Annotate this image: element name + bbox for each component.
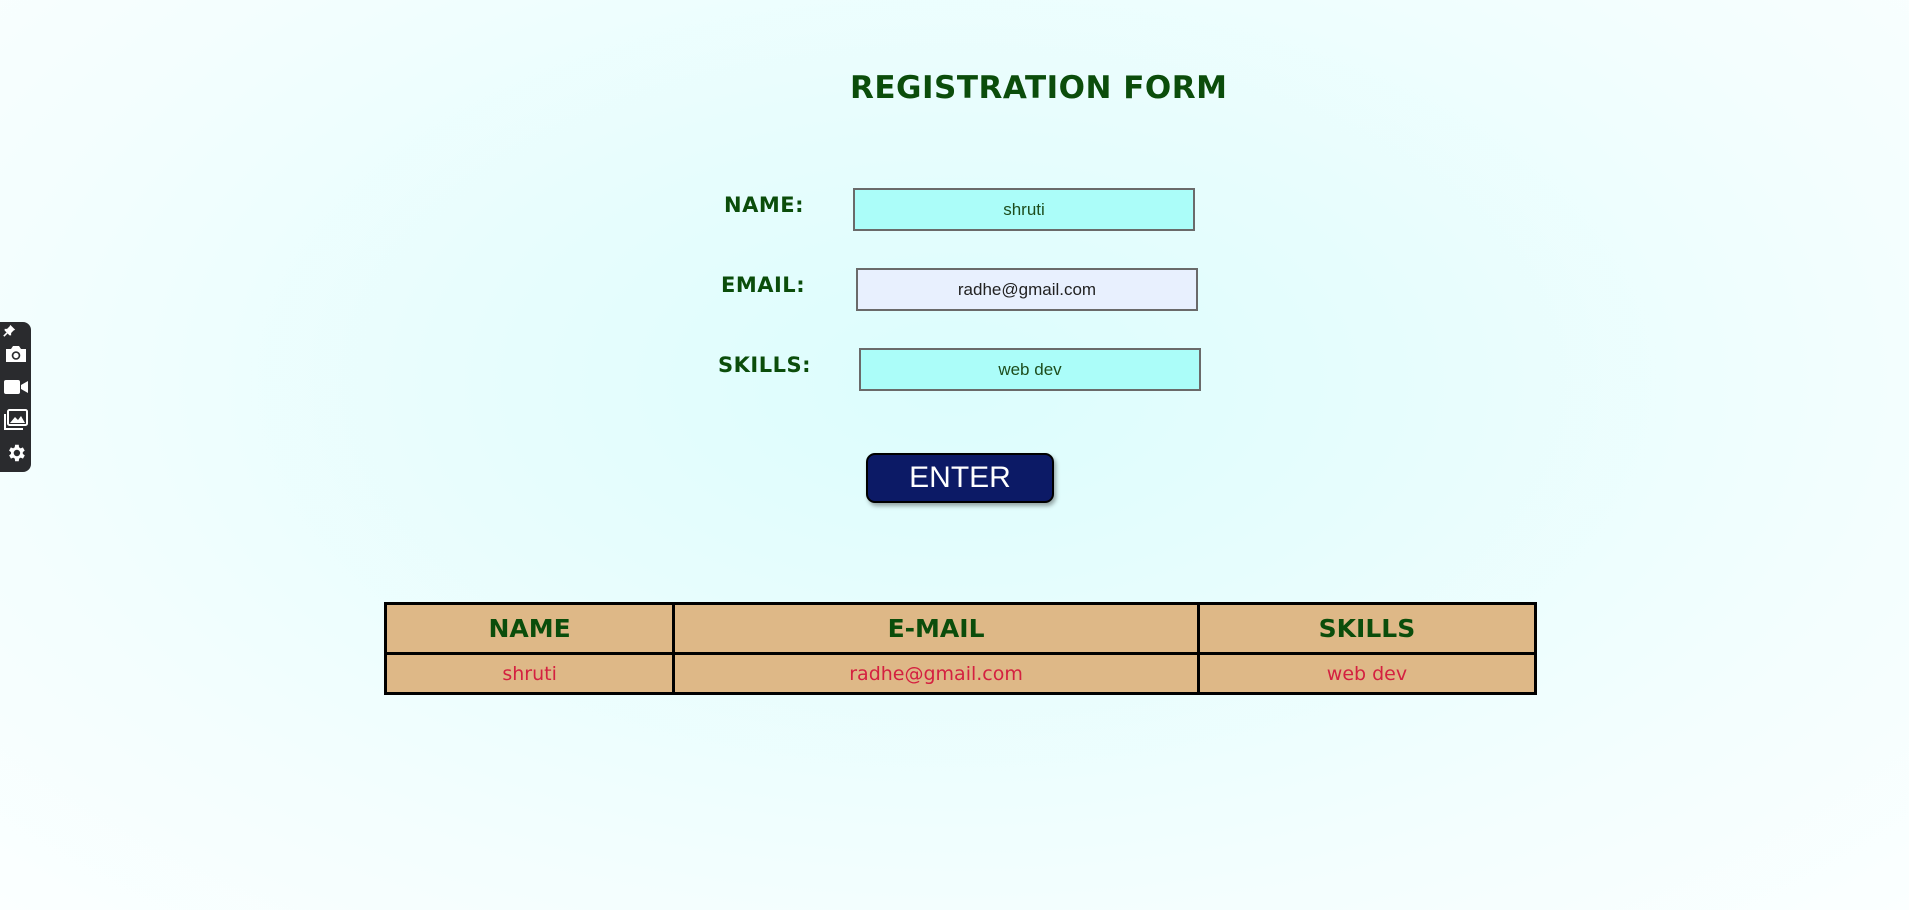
screenshot-toolbar	[0, 322, 31, 472]
pin-icon[interactable]	[3, 322, 30, 338]
page-title: REGISTRATION FORM	[850, 70, 1228, 106]
column-header-skills: SKILLS	[1196, 602, 1538, 655]
registration-page: REGISTRATION FORM NAME: EMAIL: SKILLS: E…	[0, 0, 1909, 910]
table-header-row: NAME E-MAIL SKILLS	[383, 602, 1538, 655]
cell-skills: web dev	[1196, 652, 1538, 695]
name-input[interactable]	[853, 188, 1195, 231]
video-icon[interactable]	[2, 373, 29, 400]
gallery-icon[interactable]	[2, 406, 29, 433]
camera-icon[interactable]	[2, 340, 29, 367]
skills-input[interactable]	[859, 348, 1201, 391]
name-label: NAME:	[724, 193, 804, 217]
skills-label: SKILLS:	[718, 353, 811, 377]
enter-button[interactable]: ENTER	[866, 453, 1054, 503]
email-label: EMAIL:	[721, 273, 806, 297]
registrations-table: NAME E-MAIL SKILLS shruti radhe@gmail.co…	[383, 602, 1538, 695]
settings-icon[interactable]	[2, 439, 29, 466]
email-input[interactable]	[856, 268, 1198, 311]
column-header-email: E-MAIL	[672, 602, 1200, 655]
column-header-name: NAME	[383, 602, 676, 655]
cell-name: shruti	[383, 652, 676, 695]
cell-email: radhe@gmail.com	[672, 652, 1200, 695]
table-row: shruti radhe@gmail.com web dev	[383, 652, 1538, 695]
